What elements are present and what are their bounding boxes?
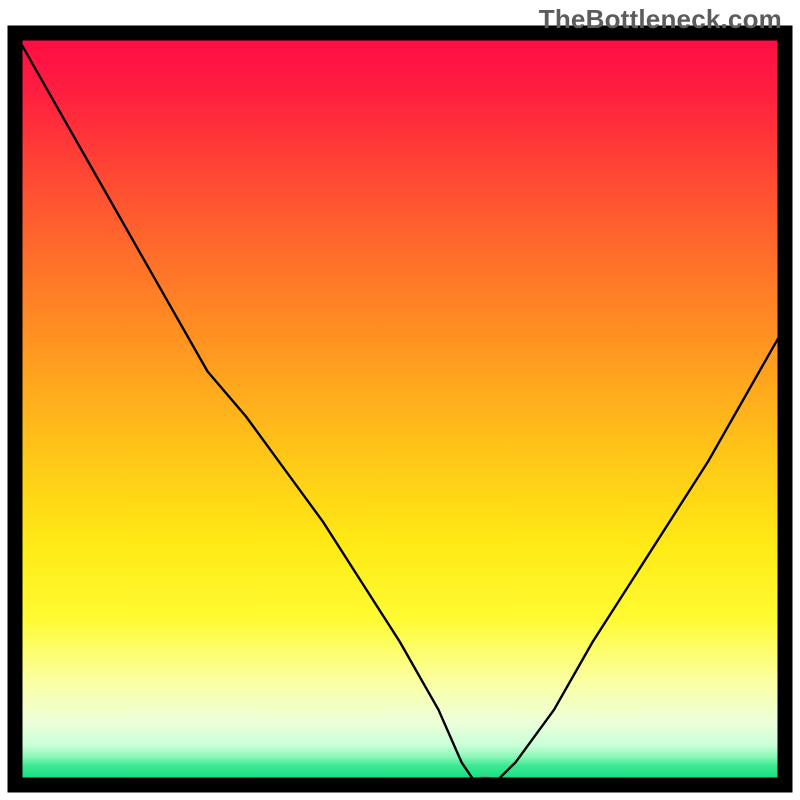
chart-container: TheBottleneck.com — [0, 0, 800, 800]
bottleneck-chart — [0, 0, 800, 800]
background-gradient — [15, 33, 785, 785]
watermark-text: TheBottleneck.com — [539, 4, 782, 35]
